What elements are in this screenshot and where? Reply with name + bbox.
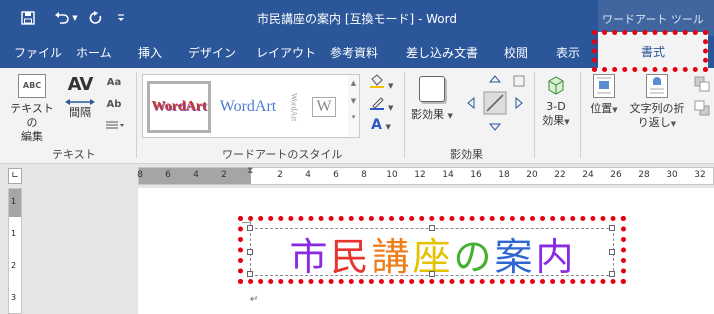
- group-separator: [534, 72, 535, 158]
- paint-bucket-icon: [369, 74, 385, 91]
- position-label: 位置: [590, 102, 613, 115]
- spacing-button[interactable]: AV 間隔: [62, 74, 98, 120]
- ruler-tick: 26: [610, 170, 622, 180]
- shadow-nudge-pad[interactable]: [462, 72, 530, 138]
- shadow-effect-button[interactable]: 影効果 ▼: [410, 76, 454, 123]
- gallery-scrollbar[interactable]: ▲ ▼ ▾: [348, 74, 360, 138]
- 3d-effects-label-line2: 効果: [542, 114, 565, 127]
- ruler-tick: 32: [694, 170, 706, 180]
- nudge-arrows-icon: [467, 75, 525, 131]
- text-group-label: テキスト: [52, 148, 96, 161]
- ruler-tick: 8: [361, 170, 367, 180]
- format-tab-highlight: [592, 30, 708, 72]
- spacing-icon: AV: [67, 74, 94, 95]
- ruler-tick: 12: [414, 170, 426, 180]
- tab-review[interactable]: 校閲: [504, 44, 528, 61]
- edit-text-icon: ABC: [18, 74, 46, 98]
- vertical-text-icon[interactable]: Ab: [102, 98, 126, 112]
- tab-design[interactable]: デザイン: [188, 44, 236, 61]
- tab-layout[interactable]: レイアウト: [256, 44, 316, 61]
- line-color-button[interactable]: ▼: [366, 96, 396, 115]
- fill-color-button[interactable]: ▼: [366, 74, 396, 93]
- send-backward-icon[interactable]: [692, 100, 712, 120]
- ruler-tick: 2: [277, 170, 283, 180]
- wrap-text-label-line1: 文字列の折: [629, 102, 685, 115]
- vertical-ruler[interactable]: 1 1 2 3: [8, 188, 22, 314]
- shadow-icon: [419, 76, 445, 102]
- vruler-tick: 3: [11, 293, 17, 302]
- bring-forward-icon[interactable]: [692, 76, 712, 96]
- wordart-styles-group-label: ワードアートのスタイル: [222, 148, 343, 161]
- spacing-arrow-icon: [62, 96, 98, 105]
- group-separator: [580, 72, 581, 158]
- edit-text-label-line1: テキストの: [10, 102, 54, 129]
- group-separator: [404, 72, 405, 158]
- ruler-tick: 8: [137, 170, 143, 180]
- 3d-effects-label-line1: 3-D: [546, 100, 566, 113]
- edit-text-button[interactable]: ABC テキストの 編集: [8, 74, 56, 144]
- tab-home[interactable]: ホーム: [76, 44, 112, 61]
- ruler-tick: 18: [498, 170, 510, 180]
- wrap-text-icon: [646, 74, 668, 98]
- tab-file[interactable]: ファイル: [14, 44, 62, 61]
- ribbon: ABC テキストの 編集 AV 間隔 Aa Ab テキスト WordArt Wo…: [0, 68, 714, 164]
- ruler-tick: 24: [582, 170, 594, 180]
- ruler-tick: 28: [638, 170, 650, 180]
- tab-view[interactable]: 表示: [556, 44, 580, 61]
- tab-mailings[interactable]: 差し込み文書: [406, 44, 478, 61]
- pen-icon: [369, 97, 385, 113]
- ruler-tick: 6: [333, 170, 339, 180]
- edit-text-label-line2: 編集: [21, 130, 43, 143]
- vruler-tick: 1: [11, 197, 17, 206]
- shadow-group-label: 影効果: [450, 148, 483, 161]
- ruler-tick: 30: [666, 170, 678, 180]
- wrap-text-button[interactable]: 文字列の折 り返し▼: [624, 74, 690, 131]
- ruler-tick: 14: [442, 170, 454, 180]
- shadow-effect-label: 影効果: [411, 108, 445, 121]
- ruler-tick: 22: [554, 170, 566, 180]
- ruler-tick: 10: [386, 170, 398, 180]
- wordart-style-1[interactable]: WordArt: [147, 81, 211, 133]
- gallery-down-icon[interactable]: ▼: [348, 97, 359, 105]
- tab-insert[interactable]: 挿入: [138, 44, 162, 61]
- tab-selector-icon[interactable]: ∟: [8, 168, 22, 184]
- group-separator: [136, 72, 137, 158]
- wrap-text-label-line2: り返し: [637, 116, 671, 129]
- 3d-effects-button[interactable]: 3-D 効果▼: [538, 74, 574, 129]
- wordart-style-3[interactable]: WordArt: [285, 81, 303, 133]
- text-effects-button[interactable]: A ▼: [366, 118, 396, 134]
- ruler-tick: 4: [193, 170, 199, 180]
- gallery-more-icon[interactable]: ▾: [348, 113, 359, 121]
- position-icon: [593, 74, 615, 98]
- wordart-style-gallery: WordArt WordArt WordArt W: [142, 74, 360, 138]
- even-height-icon[interactable]: Aa: [102, 76, 126, 90]
- text-effects-icon: A: [371, 117, 382, 133]
- paragraph-mark: ↵: [250, 294, 259, 305]
- ruler-tick: 6: [165, 170, 171, 180]
- ruler-area: ∟ 8 6 4 2 ⧗ 2 4 6 8 10 12 14 16 18 20 22…: [0, 164, 714, 188]
- tab-references[interactable]: 参考資料: [330, 44, 378, 61]
- ruler-tick: 20: [526, 170, 538, 180]
- 3d-cube-icon: [545, 74, 567, 96]
- indent-marker-icon[interactable]: ⧗: [247, 166, 253, 176]
- vruler-tick: 2: [11, 261, 17, 270]
- spacing-label: 間隔: [69, 106, 91, 119]
- wordart-highlight: [238, 216, 626, 284]
- wordart-style-4[interactable]: W: [309, 81, 339, 133]
- ruler-tick: 4: [305, 170, 311, 180]
- horizontal-ruler[interactable]: 8 6 4 2 ⧗ 2 4 6 8 10 12 14 16 18 20 22 2…: [137, 166, 714, 185]
- ruler-tick: 2: [221, 170, 227, 180]
- ruler-tick: 16: [470, 170, 482, 180]
- vruler-tick: 1: [11, 229, 17, 238]
- wordart-style-2[interactable]: WordArt: [215, 81, 281, 133]
- position-button[interactable]: 位置▼: [584, 74, 624, 117]
- gallery-up-icon[interactable]: ▲: [348, 79, 359, 87]
- alignment-icon[interactable]: [102, 120, 126, 134]
